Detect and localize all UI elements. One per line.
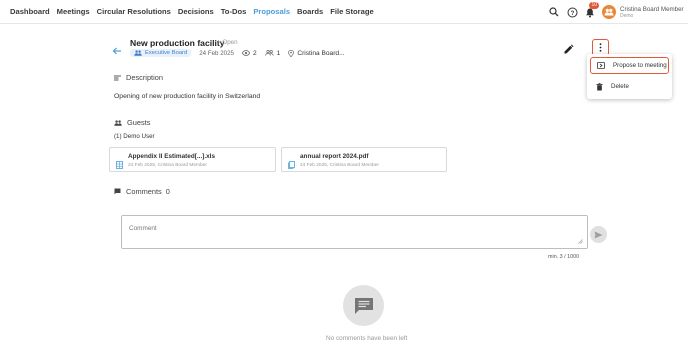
file-name: Appendix II Estimated[...].xls [128,153,216,160]
description-heading-label: Description [126,73,163,82]
notification-badge: 10 [589,2,599,9]
comment-icon [114,188,121,195]
views-count: 2 [241,49,257,57]
group-icon [134,50,142,56]
views-count-value: 2 [252,49,257,57]
nav-item-dashboard[interactable]: Dashboard [10,7,50,16]
eye-icon [241,50,250,56]
user-subtitle: Demo [620,12,634,19]
nav-item-decisions[interactable]: Decisions [178,7,214,16]
file-card[interactable]: annual report 2024.pdf 24 Feb 2025, Cris… [281,147,447,172]
guests-count-value: 1 [276,49,281,57]
top-navigation: Dashboard Meetings Circular Resolutions … [0,0,688,24]
comment-input[interactable]: Comment [121,215,588,249]
description-text: Opening of new production facility in Sw… [114,93,261,100]
comment-placeholder: Comment [129,225,157,232]
proposal-title: New production facility [130,38,225,48]
empty-comments-text: No comments have been left [326,335,408,342]
status-badge: Open [218,39,237,46]
user-name: Cristina Board Member [620,5,684,13]
nav-item-todos[interactable]: To-Dos [221,7,247,16]
author-name: Cristina Board... [297,49,345,57]
pin-icon [288,49,295,57]
file-meta: 24 Feb 2025, Cristina Board Member [128,163,207,168]
guests-heading-label: Guests [127,118,151,127]
comments-count: 0 [165,187,170,196]
svg-text:?: ? [570,10,574,16]
propose-icon [597,62,605,69]
file-name: annual report 2024.pdf [300,153,369,160]
guests-heading: Guests [114,118,150,127]
proposal-date: 24 Feb 2025 [199,49,234,57]
nav-item-file-storage[interactable]: File Storage [330,7,373,16]
board-chip-label: Executive Board [145,50,188,56]
menu-item-propose-label: Propose to meeting [613,62,667,69]
guests-count: 1 [264,49,281,57]
user-info[interactable]: Cristina Board Member Demo [620,6,684,19]
options-menu: Propose to meeting Delete [587,54,672,99]
more-vertical-icon [599,43,602,52]
help-icon[interactable]: ? [564,4,580,20]
text-align-icon [114,75,121,80]
author: Cristina Board... [288,49,345,57]
menu-item-delete-label: Delete [611,83,629,90]
character-counter: min. 3 / 1000 [548,254,580,260]
nav-item-circular-resolutions[interactable]: Circular Resolutions [97,7,171,16]
back-arrow-icon[interactable] [112,43,122,55]
file-card[interactable]: Appendix II Estimated[...].xls 24 Feb 20… [109,147,276,172]
resize-handle-icon[interactable] [578,239,583,244]
menu-item-propose-to-meeting[interactable]: Propose to meeting [590,57,669,74]
people-icon [264,50,274,56]
people-icon [114,119,122,126]
avatar[interactable] [602,5,616,19]
search-icon[interactable] [546,4,562,20]
menu-item-delete[interactable]: Delete [590,78,669,95]
nav-item-proposals[interactable]: Proposals [253,7,290,16]
file-meta: 24 Feb 2025, Cristina Board Member [300,163,379,168]
board-chip: Executive Board [130,49,192,57]
comments-heading-label: Comments [126,187,162,196]
proposal-meta: Executive Board 24 Feb 2025 2 1 Cristina… [130,49,353,57]
document-icon [288,156,295,174]
guest-list: (1) Demo User [114,133,155,140]
chat-bubble-icon [354,297,373,314]
nav-item-boards[interactable]: Boards [297,7,323,16]
trash-icon [596,82,603,90]
nav-menu: Dashboard Meetings Circular Resolutions … [10,7,381,16]
nav-actions: ? 10 Cristina Board Member Demo [546,2,684,20]
send-icon [594,231,603,238]
send-button[interactable] [590,226,607,243]
spreadsheet-icon [116,156,123,174]
edit-pencil-icon[interactable] [563,42,575,54]
comments-heading: Comments 0 [114,187,170,196]
empty-comments-illustration [343,285,384,326]
bell-icon[interactable]: 10 [582,2,599,20]
nav-item-meetings[interactable]: Meetings [57,7,90,16]
description-heading: Description [114,73,163,82]
